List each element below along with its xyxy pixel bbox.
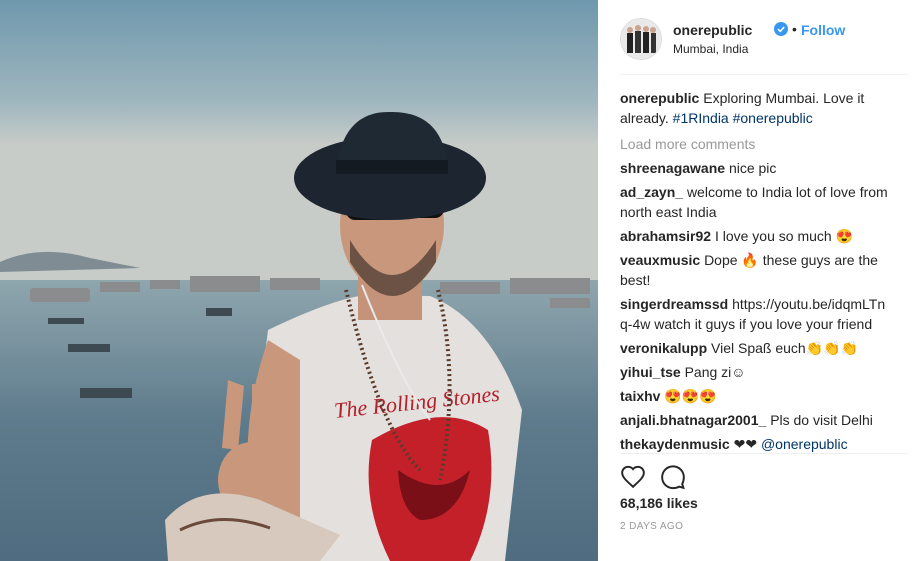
post-sidebar: onerepublic • Follow Mumbai, India onere…: [598, 0, 915, 561]
comment-item: taixhv 😍😍😍: [620, 386, 890, 406]
comment-text: ❤❤: [733, 436, 761, 452]
comment-text: nice pic: [728, 160, 777, 176]
comment-username[interactable]: ad_zayn_: [620, 184, 683, 200]
comment-item: shreenagawane nice pic: [620, 158, 890, 178]
comment-item: ad_zayn_ welcome to India lot of love fr…: [620, 182, 890, 222]
comment-username[interactable]: abrahamsir92: [620, 228, 711, 244]
comment-username[interactable]: singerdreamssd: [620, 296, 728, 312]
comment-bubble-icon[interactable]: [660, 464, 686, 490]
comment-text: Pang zi☺: [684, 364, 746, 380]
follow-button[interactable]: Follow: [801, 22, 845, 38]
comment-item: thekaydenmusic ❤❤ @onerepublic: [620, 434, 890, 454]
comment-username[interactable]: veauxmusic: [620, 252, 700, 268]
comment-text: 😍😍😍: [664, 388, 717, 404]
comment-mention[interactable]: @onerepublic: [761, 436, 848, 452]
caption-hashtags[interactable]: #1RIndia #onerepublic: [673, 110, 813, 126]
location-link[interactable]: Mumbai, India: [673, 42, 748, 56]
comment-text: Viel Spaß euch👏👏👏: [711, 340, 859, 356]
comment-item: abrahamsir92 I love you so much 😍: [620, 226, 890, 246]
action-bar: [620, 453, 908, 494]
comment-username[interactable]: taixhv: [620, 388, 660, 404]
comment-text: I love you so much 😍: [714, 228, 853, 244]
caption-username[interactable]: onerepublic: [620, 90, 699, 106]
comment-username[interactable]: thekaydenmusic: [620, 436, 730, 452]
comment-username[interactable]: shreenagawane: [620, 160, 725, 176]
load-more-comments-button[interactable]: Load more comments: [620, 134, 890, 154]
comment-item: veauxmusic Dope 🔥 these guys are the bes…: [620, 250, 890, 290]
verified-badge-icon: [774, 22, 788, 36]
comments-list: onerepublic Exploring Mumbai. Love it al…: [620, 88, 890, 458]
heart-icon[interactable]: [620, 464, 646, 490]
avatar[interactable]: [620, 18, 662, 60]
post-header: onerepublic • Follow Mumbai, India: [620, 16, 908, 75]
separator-dot: •: [792, 21, 797, 37]
instagram-post: The Rolling Stones onerepublic • Follow …: [0, 0, 915, 561]
caption: onerepublic Exploring Mumbai. Love it al…: [620, 88, 890, 128]
comment-username[interactable]: veronikalupp: [620, 340, 707, 356]
comment-text: Pls do visit Delhi: [770, 412, 873, 428]
username-link[interactable]: onerepublic: [673, 22, 752, 38]
comment-item: anjali.bhatnagar2001_ Pls do visit Delhi: [620, 410, 890, 430]
post-photo[interactable]: The Rolling Stones: [0, 0, 598, 561]
comment-username[interactable]: anjali.bhatnagar2001_: [620, 412, 766, 428]
photo-illustration: The Rolling Stones: [0, 0, 598, 561]
comment-item: singerdreamssd https://youtu.be/idqmLTnq…: [620, 294, 890, 334]
comment-username[interactable]: yihui_tse: [620, 364, 681, 380]
likes-count[interactable]: 68,186 likes: [620, 495, 698, 511]
post-timestamp: 2 DAYS AGO: [620, 521, 684, 532]
comment-item: veronikalupp Viel Spaß euch👏👏👏: [620, 338, 890, 358]
comment-item: yihui_tse Pang zi☺: [620, 362, 890, 382]
